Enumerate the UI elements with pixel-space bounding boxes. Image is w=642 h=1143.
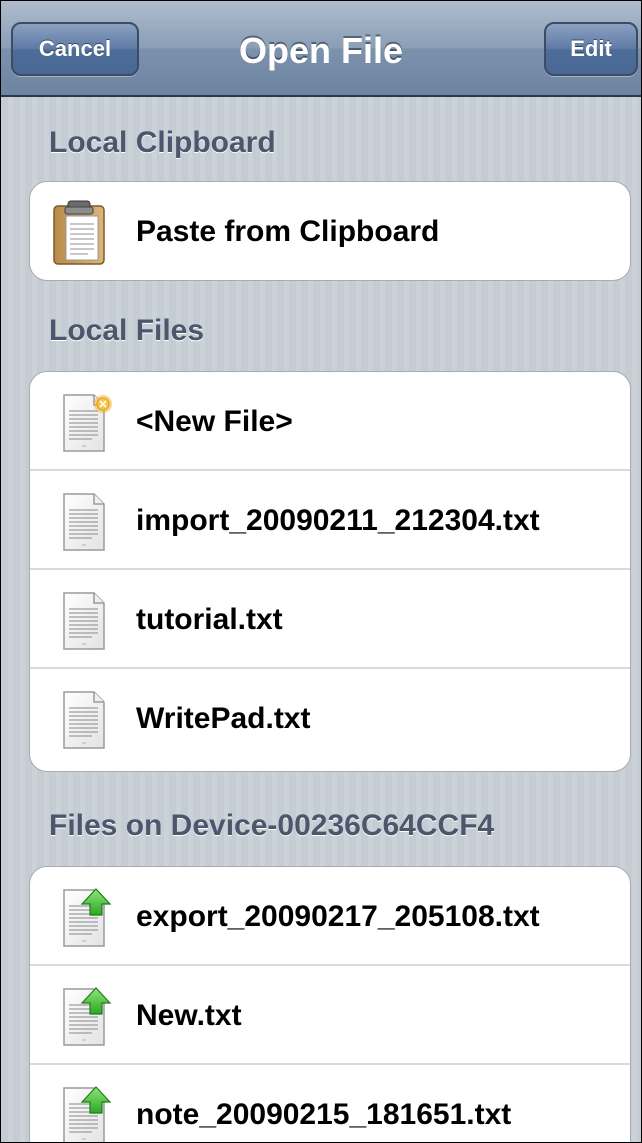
text-file-icon (54, 590, 114, 652)
clipboard-group: Paste from Clipboard (29, 181, 631, 281)
section-header-local-files: Local Files (49, 314, 205, 347)
list-item-label: Paste from Clipboard (136, 215, 440, 248)
navigation-bar: Cancel Open File Edit (1, 1, 641, 97)
list-item-device-file[interactable]: note_20090215_181651.txt (30, 1065, 630, 1143)
list-item-device-file[interactable]: export_20090217_205108.txt (30, 867, 630, 966)
page-title: Open File (238, 30, 404, 71)
list-item-label: <New File> (136, 405, 293, 438)
list-item-device-file[interactable]: New.txt (30, 966, 630, 1065)
list-item-label: import_20090211_212304.txt (136, 504, 540, 537)
section-header-clipboard: Local Clipboard (49, 126, 276, 159)
list-item-label: export_20090217_205108.txt (136, 900, 540, 933)
edit-button[interactable]: Edit (544, 22, 638, 76)
list-item-label: note_20090215_181651.txt (136, 1098, 512, 1131)
list-item-new-file[interactable]: <New File> (30, 372, 630, 471)
list-item-label: tutorial.txt (136, 603, 283, 636)
list-item-file[interactable]: WritePad.txt (30, 669, 630, 768)
clipboard-icon (53, 200, 105, 265)
list-item-label: WritePad.txt (136, 702, 311, 735)
text-file-icon (54, 689, 114, 751)
list-item-label: New.txt (136, 999, 242, 1032)
upload-file-icon (54, 888, 112, 949)
open-file-screen: Cancel Open File Edit Local Clipboard Pa… (0, 0, 642, 1143)
list-item-file[interactable]: tutorial.txt (30, 570, 630, 669)
cancel-button[interactable]: Cancel (11, 22, 139, 76)
upload-file-icon (54, 987, 112, 1048)
list-item-file[interactable]: import_20090211_212304.txt (30, 471, 630, 570)
list-item-paste-clipboard[interactable]: Paste from Clipboard (30, 182, 630, 280)
device-files-group: export_20090217_205108.txt New.txt note_… (29, 866, 631, 1143)
new-file-icon (54, 392, 112, 454)
upload-file-icon (54, 1086, 112, 1143)
local-files-group: <New File> import_20090211_212304.txt tu… (29, 371, 631, 772)
section-header-device-files: Files on Device-00236C64CCF4 (49, 809, 495, 842)
text-file-icon (54, 491, 114, 553)
